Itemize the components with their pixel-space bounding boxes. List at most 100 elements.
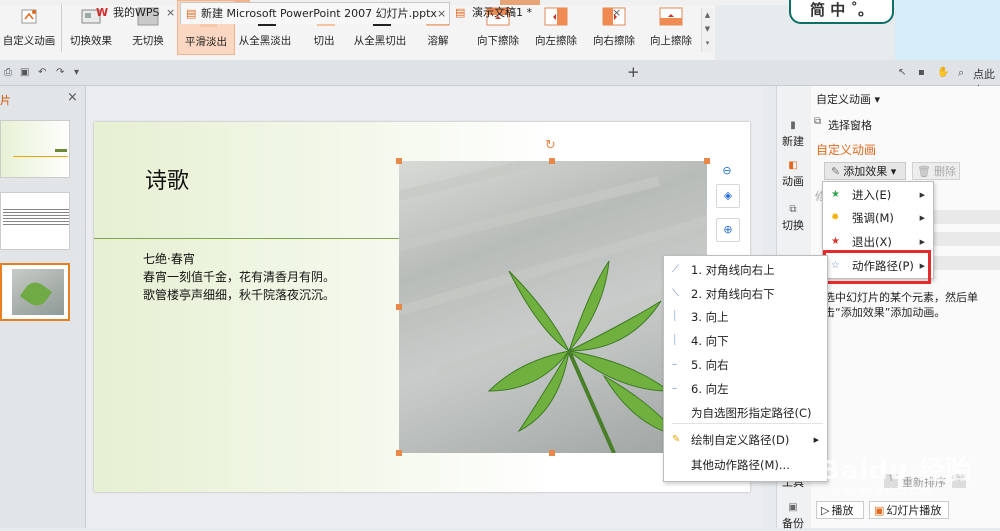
title-divider [94,238,399,239]
ppt-file-icon: ▤ [186,7,197,20]
emphasis-star-icon: ✹ [831,212,840,223]
pane-field[interactable] [932,232,1000,246]
tab-my-wps[interactable]: W 我的WPS × [93,2,178,24]
resize-handle[interactable] [396,304,402,310]
dropdown-icon[interactable]: ▾ [74,67,79,78]
close-tab-icon[interactable]: × [612,2,621,24]
tab-presentation1[interactable]: ▤ 演示文稿1 * × [452,2,621,24]
path-item-assign-shape[interactable]: 为自选图形指定路径(C) [664,402,827,424]
animation-icon: ◧ [788,160,798,171]
doc-icon[interactable]: ▪ [918,67,925,78]
motion-path-highlight [823,250,931,284]
play-button[interactable]: ▷ 播放 [816,501,864,519]
backup-icon: ▣ [788,502,798,513]
sidebar-item-backup[interactable]: ▣ 备份 [776,502,810,531]
path-item-more[interactable]: 其他动作路径(M)... [664,454,827,476]
language-sticker: 简 中 ˚。 [789,0,894,24]
cursor-icon[interactable]: ↖ [898,67,906,78]
close-tab-icon[interactable]: × [166,2,175,24]
select-pane-icon: ⧉ [814,116,822,127]
slide-play-button[interactable]: ▣ 幻灯片播放 [869,501,949,519]
diag-down-right-icon: ⟍ [672,288,679,299]
scroll-up-icon[interactable]: ▲ [702,8,713,22]
ribbon-divider [61,4,62,52]
sidebar-item-animation[interactable]: ◧ 动画 [776,160,810,189]
top-right-banner [895,0,1000,60]
path-down-icon: ⏐ [672,335,678,346]
resize-handle[interactable] [396,450,402,456]
save-icon[interactable]: ▣ [20,67,29,78]
print-icon[interactable]: ⎙ [4,67,12,78]
slide-thumbnail-2[interactable] [0,192,70,250]
layers-icon[interactable]: ◈ [716,184,740,208]
select-pane-link[interactable]: 选择窗格 [828,117,872,133]
redo-icon[interactable]: ↷ [56,67,64,78]
pane-field[interactable] [932,256,1000,270]
delete-button[interactable]: 🗑 删除 [912,162,960,180]
path-item-right[interactable]: –5. 向右 [664,354,827,376]
enter-star-icon: ★ [831,189,840,200]
expand-icon[interactable]: ▾ [702,36,713,50]
zoom-icon[interactable]: ⊕ [716,218,740,242]
undo-icon[interactable]: ↶ [38,67,46,78]
path-left-icon: – [672,383,677,394]
poem-title[interactable]: 七绝·春宵 [143,250,195,267]
draw-path-icon: ✎ [672,434,681,445]
submenu-arrow-icon: ▶ [919,191,925,199]
ppt-file-icon: ▤ [455,6,466,19]
resize-handle[interactable] [396,158,402,164]
add-effect-button[interactable]: ✎ 添加效果 ▾ [824,162,906,180]
trash-icon: 🗑 [917,165,931,178]
ribbon-wipe-up-button[interactable]: 向上擦除 [644,0,698,55]
close-tab-icon[interactable]: × [437,3,446,25]
document-tab-bar [0,60,1000,86]
poem-line-2[interactable]: 歌管楼亭声细细，秋千院落夜沉沉。 [143,286,335,303]
sidebar-item-switch[interactable]: ⧉ 切换 [776,204,810,233]
slideshow-icon: ▣ [874,504,885,517]
thumbnail-text [55,149,67,152]
close-panel-icon[interactable]: × [67,90,78,105]
hand-icon[interactable]: ✋ [937,67,949,78]
resize-handle[interactable] [549,450,555,456]
path-item-diagonal-down-right[interactable]: ⟍ 2. 对角线向右下 [664,283,827,305]
new-tab-button[interactable]: + [627,63,640,81]
resize-handle[interactable] [549,158,555,164]
rotate-handle-icon[interactable]: ↻ [545,139,559,153]
path-item-draw-custom[interactable]: ✎ 绘制自定义路径(D) ▶ [664,429,827,451]
baidu-watermark-url: jingyan.baidu.com [832,484,934,497]
pane-header-dropdown[interactable]: 自定义动画 ▾ [816,91,880,107]
ribbon-scroll[interactable]: ▲ ▼ ▾ [701,8,713,52]
ribbon-custom-animation-button[interactable]: 自定义动画 [0,0,58,55]
pencil-icon: ✎ [831,165,841,178]
submenu-arrow-icon: ▶ [813,436,819,444]
tab-pptx[interactable]: ▤ 新建 Microsoft PowerPoint 2007 幻灯片.pptx … [180,2,450,24]
menu-item-enter[interactable]: ★ 进入(E) ▶ [823,184,933,206]
sidebar-item-new[interactable]: ▮ 新建 [776,120,810,149]
submenu-arrow-icon: ▶ [919,214,925,222]
path-item-down[interactable]: ⏐ 4. 向下 [664,330,827,352]
path-item-diagonal-up-right[interactable]: ⟋ 1. 对角线向右上 [664,259,827,281]
plant-image [399,161,707,453]
resize-handle[interactable] [704,158,710,164]
poem-line-1[interactable]: 春宵一刻值千金，花有清香月有阴。 [143,268,335,285]
menu-item-emphasis[interactable]: ✹ 强调(M) ▶ [823,207,933,229]
scroll-down-icon[interactable]: ▼ [702,22,713,36]
slide-thumbnail-3[interactable] [0,263,70,321]
switch-icon: ⧉ [789,204,797,215]
slide-title[interactable]: 诗歌 [145,163,189,195]
path-item-up[interactable]: ⏐ 3. 向上 [664,306,827,328]
path-up-icon: ⏐ [672,311,678,322]
slide-thumbnail-1[interactable] [0,120,70,178]
search-icon[interactable]: ⌕ [958,66,964,80]
slide-photo[interactable] [399,161,707,453]
collapse-icon[interactable]: ⊖ [716,160,738,182]
menu-separator [672,423,823,424]
thumbnail-line [13,156,68,157]
wps-logo-icon: W [96,6,109,19]
custom-animation-icon [21,9,37,24]
diag-up-right-icon: ⟋ [672,264,679,275]
panel-title: 片 [0,94,11,107]
pane-field[interactable] [932,210,1000,224]
path-item-left[interactable]: –6. 向左 [664,378,827,400]
new-icon: ▮ [790,120,796,131]
